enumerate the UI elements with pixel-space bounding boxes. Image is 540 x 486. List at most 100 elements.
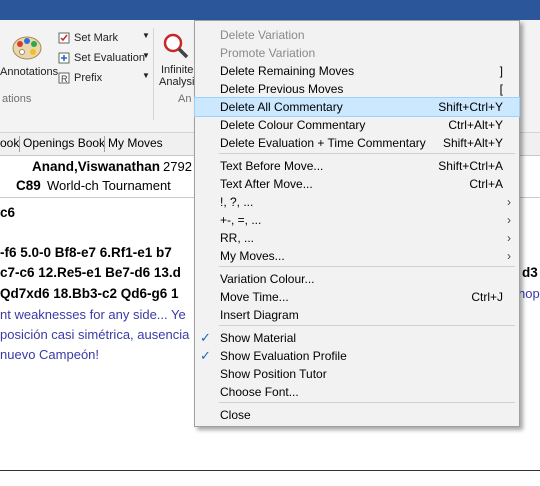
menu-separator	[219, 153, 515, 154]
menu-item-delete-colour-commentary[interactable]: Delete Colour Commentary Ctrl+Alt+Y	[195, 116, 519, 134]
comment-fragment: hop	[518, 286, 540, 301]
submenu-arrow-icon: ›	[507, 213, 511, 227]
menu-item-variation-colour[interactable]: Variation Colour...	[195, 270, 519, 288]
svg-text:R: R	[61, 74, 68, 84]
menu-item-label: Delete All Commentary	[220, 100, 343, 114]
menu-item-label: Delete Previous Moves	[220, 82, 344, 96]
tab-separator	[104, 136, 105, 152]
dropdown-arrow-icon: ▼	[142, 51, 150, 60]
mark-icon	[58, 32, 70, 44]
group-label-annotations: ations	[2, 93, 32, 105]
menu-item-move-time[interactable]: Move Time... Ctrl+J	[195, 288, 519, 306]
menu-item-shortcut: Shift+Ctrl+Y	[438, 100, 503, 114]
submenu-arrow-icon: ›	[507, 249, 511, 263]
annotations-button[interactable]: Annotations	[0, 30, 59, 90]
menu-item-label: Insert Diagram	[220, 308, 299, 322]
menu-item-delete-remaining-moves[interactable]: Delete Remaining Moves]	[195, 62, 519, 80]
menu-item-rr[interactable]: RR, ... ›	[195, 229, 519, 247]
menu-item-close[interactable]: Close	[195, 406, 519, 424]
menu-item-label: My Moves...	[220, 249, 285, 263]
menu-item-label: +-, =, ...	[220, 213, 262, 227]
comment-line[interactable]: nt weaknesses for any side... Ye	[0, 307, 186, 322]
set-evaluation-button[interactable]: Set Evaluation ▼	[58, 50, 150, 68]
tab-openings-book[interactable]: Openings Book	[23, 136, 105, 150]
menu-item-label: Variation Colour...	[220, 272, 315, 286]
menu-item-label: Text After Move...	[220, 177, 313, 191]
evaluation-icon	[58, 52, 70, 64]
palette-icon	[12, 36, 42, 60]
notation-line[interactable]: -f6 5.0-0 Bf8-e7 6.Rf1-e1 b7	[0, 245, 172, 260]
tab-my-moves[interactable]: My Moves	[108, 136, 163, 150]
menu-item-delete-variation: Delete Variation	[195, 26, 519, 44]
set-mark-button[interactable]: Set Mark ▼	[58, 30, 150, 48]
menu-item-shortcut: Ctrl+Alt+Y	[448, 118, 503, 132]
notation-line[interactable]: c6	[0, 205, 15, 220]
annotations-label: Annotations	[0, 66, 59, 78]
comment-line[interactable]: posición casi simétrica, ausencia	[0, 327, 189, 342]
menu-item-delete-evaluation-time-commentary[interactable]: Delete Evaluation + Time Commentary Shift…	[195, 134, 519, 152]
menu-item-delete-all-commentary[interactable]: Delete All Commentary Shift+Ctrl+Y	[194, 97, 520, 117]
menu-separator	[219, 266, 515, 267]
dropdown-arrow-icon: ▼	[142, 31, 150, 40]
menu-item-label: Show Evaluation Profile	[220, 349, 347, 363]
menu-item-label: Close	[220, 408, 251, 422]
menu-item-shortcut: ]	[499, 64, 503, 78]
menu-item-insert-diagram[interactable]: Insert Diagram	[195, 306, 519, 324]
checkmark-icon: ✓	[200, 348, 211, 363]
menu-item-label: Delete Evaluation + Time Commentary	[220, 136, 426, 150]
menu-item-label: Delete Remaining Moves	[220, 64, 355, 78]
menu-item-label: Text Before Move...	[220, 159, 324, 173]
menu-item-show-position-tutor[interactable]: Show Position Tutor	[195, 365, 519, 383]
notation-fragment: d3	[522, 265, 538, 280]
comment-line[interactable]: nuevo Campeón!	[0, 347, 99, 362]
menu-item-label: RR, ...	[220, 231, 255, 245]
menu-item-label: !, ?, ...	[220, 195, 254, 209]
menu-item-promote-variation: Promote Variation	[195, 44, 519, 62]
menu-item-text-after-move[interactable]: Text After Move... Ctrl+A	[195, 175, 519, 193]
rating: 2792	[163, 159, 192, 174]
context-menu: Delete Variation Promote Variation Delete …	[194, 20, 520, 427]
prefix-button[interactable]: R Prefix ▼	[58, 70, 150, 88]
eco-code: C89	[16, 178, 41, 193]
menu-item-label: Promote Variation	[220, 46, 316, 60]
set-mark-label: Set Mark	[74, 32, 119, 44]
menu-item-label: Show Material	[220, 331, 297, 345]
menu-item-show-material[interactable]: ✓ Show Material	[195, 329, 519, 347]
submenu-arrow-icon: ›	[507, 231, 511, 245]
menu-item-shortcut: Shift+Ctrl+A	[438, 159, 503, 173]
title-bar	[0, 0, 540, 20]
menu-item-label: Move Time...	[220, 290, 289, 304]
menu-item-item[interactable]: !, ?, ... ›	[195, 193, 519, 211]
menu-item-choose-font[interactable]: Choose Font...	[195, 383, 519, 401]
dropdown-arrow-icon: ▼	[142, 71, 150, 80]
menu-item-label: Delete Colour Commentary	[220, 118, 366, 132]
checkmark-icon: ✓	[200, 330, 211, 345]
menu-item-label: Choose Font...	[220, 385, 299, 399]
group-label-analysis: An	[178, 93, 192, 105]
infinite-analysis-button[interactable]: Infinite Analysis	[158, 30, 200, 90]
tab-separator	[19, 136, 20, 152]
players: Anand,Viswanathan	[32, 159, 161, 174]
notation-line[interactable]: Qd7xd6 18.Bb3-c2 Qd6-g6 1	[0, 286, 179, 301]
menu-item-shortcut: Ctrl+A	[469, 177, 503, 191]
menu-item-item[interactable]: +-, =, ... ›	[195, 211, 519, 229]
menu-item-label: Delete Variation	[220, 28, 305, 42]
menu-item-shortcut: Shift+Alt+Y	[442, 136, 503, 150]
menu-item-text-before-move[interactable]: Text Before Move... Shift+Ctrl+A	[195, 157, 519, 175]
menu-separator	[219, 402, 515, 403]
status-divider	[0, 470, 540, 471]
set-evaluation-label: Set Evaluation	[74, 52, 145, 64]
event: World-ch Tournament	[47, 178, 171, 193]
notation-line[interactable]: c7-c6 12.Re5-e1 Be7-d6 13.d	[0, 265, 181, 280]
menu-item-delete-previous-moves[interactable]: Delete Previous Moves [	[195, 80, 519, 98]
menu-item-label: Show Position Tutor	[220, 367, 327, 381]
infinite-label: Infinite	[161, 64, 194, 76]
prefix-label: Prefix	[74, 72, 103, 84]
menu-item-shortcut: Ctrl+J	[471, 290, 503, 304]
tab-book[interactable]: ook	[0, 136, 19, 150]
prefix-icon: R	[58, 72, 70, 84]
menu-item-my-moves[interactable]: My Moves... ›	[195, 247, 519, 265]
menu-item-show-evaluation-profile[interactable]: ✓ Show Evaluation Profile	[195, 347, 519, 365]
submenu-arrow-icon: ›	[507, 195, 511, 209]
ribbon-separator	[153, 28, 154, 120]
